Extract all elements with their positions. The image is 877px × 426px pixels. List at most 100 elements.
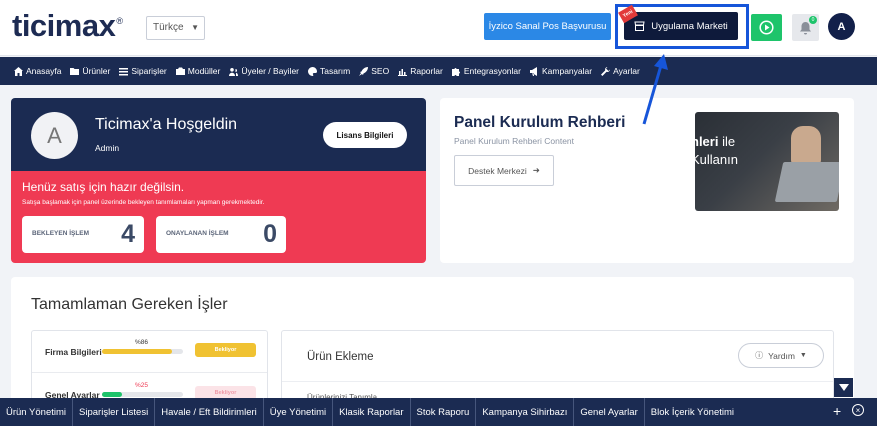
quick-link-item[interactable]: Havale / Eft Bildirimleri <box>155 398 264 426</box>
main-navbar: Anasayfa Ürünler Siparişler Modüller Üyeler … <box>0 57 877 85</box>
tasks-title: Tamamlaman Gereken İşler <box>31 296 228 313</box>
quick-link-item[interactable]: Kampanya Sihirbazı <box>476 398 575 426</box>
nav-item-entegrasyonlar[interactable]: Entegrasyonlar <box>451 66 521 76</box>
thumbnail-caption-line2: Kullanın <box>695 152 738 167</box>
quick-link-item[interactable]: Üye Yönetimi <box>264 398 334 426</box>
folder-icon <box>70 67 80 75</box>
stat-value: 0 <box>263 220 277 248</box>
nav-item-label: Tasarım <box>320 66 351 76</box>
license-info-button[interactable]: Lisans Bilgileri <box>323 122 407 148</box>
task-percent: %25 <box>135 382 149 389</box>
support-center-button[interactable]: Destek Merkezi ➜ <box>454 155 554 186</box>
task-status-badge: Bekliyor <box>195 343 256 357</box>
nav-item-tasar-m[interactable]: Tasarım <box>308 66 350 76</box>
language-value: Türkçe <box>153 22 184 33</box>
logo-text: ticimax <box>12 8 116 43</box>
task-progress-bar <box>102 349 183 354</box>
puzzle-icon <box>451 67 460 76</box>
home-icon <box>14 66 23 76</box>
logo-registered-mark: ® <box>116 16 123 26</box>
welcome-title: Ticimax'a Hoşgeldin <box>95 116 238 133</box>
users-icon <box>229 67 239 76</box>
app-market-label: Uygulama Marketi <box>651 20 728 32</box>
nav-item-label: Kampanyalar <box>541 66 593 76</box>
guide-video-thumbnail[interactable]: nleri ile Kullanın <box>695 112 839 211</box>
nav-item-raporlar[interactable]: Raporlar <box>398 66 443 76</box>
notifications-button[interactable]: 0 <box>792 14 819 41</box>
help-label: Yardım <box>768 350 795 361</box>
hand-image-shape <box>791 126 821 166</box>
notification-count-badge: 0 <box>809 16 817 24</box>
add-shortcut-button[interactable]: + <box>833 403 841 419</box>
rocket-icon <box>359 66 369 76</box>
user-avatar[interactable]: A <box>828 13 855 40</box>
app-market-button[interactable]: Uygulama Marketi <box>624 12 738 40</box>
nav-item-label: SEO <box>371 66 390 76</box>
list-icon <box>119 67 129 75</box>
scroll-down-button[interactable] <box>834 378 853 397</box>
nav-item-kampanyalar[interactable]: Kampanyalar <box>529 66 593 76</box>
task-name: Firma Bilgileri <box>45 347 102 357</box>
guide-title: Panel Kurulum Rehberi <box>454 114 626 131</box>
play-button[interactable] <box>751 14 782 41</box>
approved-tasks-stat[interactable]: ONAYLANAN İŞLEM 0 <box>156 216 286 253</box>
task-row[interactable]: Firma Bilgileri %86 Bekliyor <box>32 331 267 373</box>
pending-tasks-stat[interactable]: BEKLEYEN İŞLEM 4 <box>22 216 144 253</box>
stat-label: ONAYLANAN İŞLEM <box>166 230 229 237</box>
help-dropdown-button[interactable]: ⓘ Yardım ▼ <box>738 343 824 368</box>
question-circle-icon: ⓘ <box>755 351 764 360</box>
annotation-arrow-icon <box>642 54 668 125</box>
quick-link-item[interactable]: Blok İçerik Yönetimi <box>645 398 740 426</box>
quick-link-item[interactable]: Stok Raporu <box>411 398 477 426</box>
caret-down-icon <box>838 384 849 391</box>
ticimax-logo[interactable]: ticimax ® <box>12 8 123 44</box>
palette-icon <box>308 66 318 76</box>
setup-warning: Henüz satış için hazır değilsin. Satışa … <box>11 171 426 263</box>
nav-item-label: Üyeler / Bayiler <box>241 66 300 76</box>
laptop-image-shape <box>774 162 839 202</box>
support-center-label: Destek Merkezi <box>468 165 527 176</box>
close-bar-button[interactable]: × <box>852 404 864 416</box>
chevron-down-icon: ▼ <box>799 352 807 359</box>
quick-link-item[interactable]: Siparişler Listesi <box>73 398 156 426</box>
play-icon <box>759 20 774 35</box>
quick-link-item[interactable]: Ürün Yönetimi <box>0 398 74 426</box>
stat-value: 4 <box>121 220 135 248</box>
nav-item-label: Anasayfa <box>26 66 62 76</box>
language-select[interactable]: Türkçe ▼ <box>146 16 205 40</box>
nav-item-sipari-ler[interactable]: Siparişler <box>119 66 167 76</box>
nav-item-seo[interactable]: SEO <box>359 66 389 76</box>
nav-item-r-nler[interactable]: Ürünler <box>70 66 110 76</box>
task-progress-fill <box>102 349 172 354</box>
nav-item-label: Raporlar <box>410 66 443 76</box>
chart-icon <box>398 68 408 76</box>
welcome-avatar: A <box>31 112 78 159</box>
store-icon <box>634 21 645 31</box>
nav-item-label: Siparişler <box>131 66 167 76</box>
warning-subtitle: Satışa başlamak için panel üzerinde bekl… <box>22 199 265 206</box>
divider <box>282 381 833 382</box>
task-progress-fill <box>102 392 123 397</box>
megaphone-icon <box>529 66 537 76</box>
nav-item-label: Ürünler <box>82 66 111 76</box>
nav-item-label: Modüller <box>187 66 221 76</box>
task-percent: %86 <box>135 339 149 346</box>
task-progress-bar <box>102 392 183 397</box>
camera-icon <box>175 67 185 75</box>
iyzico-application-button[interactable]: İyzico Sanal Pos Başvurusu <box>484 13 611 40</box>
nav-item-label: Entegrasyonlar <box>463 66 521 76</box>
quick-link-item[interactable]: Klasik Raporlar <box>333 398 411 426</box>
nav-item-anasayfa[interactable]: Anasayfa <box>14 66 61 76</box>
top-header: ticimax ® Türkçe ▼ İyzico Sanal Pos Başv… <box>0 0 877 56</box>
welcome-role: Admin <box>95 143 120 153</box>
chevron-down-icon: ▼ <box>191 23 199 32</box>
welcome-card: A Ticimax'a Hoşgeldin Admin Lisans Bilgi… <box>11 98 426 263</box>
warning-title: Henüz satış için hazır değilsin. <box>22 180 185 194</box>
nav-item-mod-ller[interactable]: Modüller <box>175 66 221 76</box>
product-panel-title: Ürün Ekleme <box>307 351 374 363</box>
guide-subtitle: Panel Kurulum Rehberi Content <box>454 136 575 146</box>
wrench-icon <box>601 66 611 76</box>
thumbnail-caption-line1: nleri ile <box>695 134 736 149</box>
nav-item-yeler-bayiler[interactable]: Üyeler / Bayiler <box>229 66 299 76</box>
quick-link-item[interactable]: Genel Ayarlar <box>574 398 645 426</box>
